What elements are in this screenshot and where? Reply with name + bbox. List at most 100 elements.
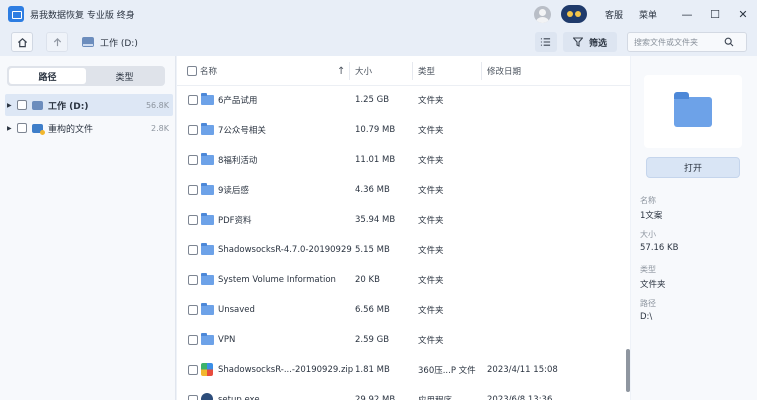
sort-ascending-icon[interactable]: ↑ [337,56,345,86]
table-row[interactable]: ShadowsocksR-...-20190929.zip 1.81 MB 36… [177,355,630,385]
tree-item-size: 2.8K [151,123,169,133]
home-button[interactable] [11,32,33,52]
scrollbar-thumb[interactable] [626,349,630,392]
file-name: ShadowsocksR-4.7.0-20190929 [218,245,352,255]
folder-icon [201,303,214,315]
file-type: 文件夹 [418,186,444,196]
file-name: setup.exe [218,395,260,400]
file-type: 文件夹 [418,156,444,166]
file-size: 11.01 MB [355,155,396,165]
row-checkbox[interactable] [188,275,198,285]
table-row[interactable]: PDF资料 35.94 MB 文件夹 [177,205,630,235]
table-row[interactable]: 8福利活动 11.01 MB 文件夹 [177,145,630,175]
tree-item-label: 工作 (D:) [48,101,89,112]
view-mode-tabs: 路径 类型 [7,66,165,86]
file-name: 8福利活动 [218,156,258,166]
preview-box [644,75,742,148]
tab-path[interactable]: 路径 [9,68,86,84]
tree-item-checkbox[interactable] [17,100,27,110]
search-box[interactable] [627,32,747,52]
column-size[interactable]: 大小 [355,56,372,86]
search-input[interactable] [628,37,724,47]
row-checkbox[interactable] [188,395,198,400]
detail-label-size: 大小 [640,230,656,239]
app-title: 易我数据恢复 专业版 终身 [30,10,135,21]
row-checkbox[interactable] [188,305,198,315]
minimize-button[interactable]: — [673,0,701,28]
detail-value-type: 文件夹 [640,280,666,290]
row-checkbox[interactable] [188,335,198,345]
table-row[interactable]: 6产品试用 1.25 GB 文件夹 [177,85,630,115]
menu-link[interactable]: 菜单 [639,8,657,21]
file-type: 文件夹 [418,246,444,256]
table-row[interactable]: ShadowsocksR-4.7.0-20190929 5.15 MB 文件夹 [177,235,630,265]
customer-service-link[interactable]: 客服 [605,8,623,21]
row-checkbox[interactable] [188,185,198,195]
file-name: 7公众号相关 [218,126,266,136]
row-checkbox[interactable] [188,125,198,135]
folder-icon [201,213,214,225]
filter-button[interactable]: 筛选 [562,32,617,52]
detail-value-name: 1文案 [640,211,663,221]
folder-icon [201,243,214,255]
tree-item-checkbox[interactable] [17,123,27,133]
file-type: 文件夹 [418,306,444,316]
row-checkbox[interactable] [188,365,198,375]
file-size: 10.79 MB [355,125,396,135]
expand-caret-icon[interactable]: ▶ [7,125,13,132]
filter-label: 筛选 [588,38,607,49]
detail-label-path: 路径 [640,299,656,308]
table-row[interactable]: VPN 2.59 GB 文件夹 [177,325,630,355]
row-checkbox[interactable] [188,95,198,105]
tree-item-drive-d[interactable]: ▶ 工作 (D:) 56.8K [5,94,173,116]
file-date: 2023/6/8 13:36 [487,395,553,400]
table-row[interactable]: Unsaved 6.56 MB 文件夹 [177,295,630,325]
file-size: 1.25 GB [355,95,390,105]
table-row[interactable]: System Volume Information 20 KB 文件夹 [177,265,630,295]
file-name: Unsaved [218,305,255,315]
column-name[interactable]: 名称 [200,56,217,86]
detail-value-size: 57.16 KB [640,243,679,253]
expand-caret-icon[interactable]: ▶ [7,102,13,109]
file-size: 35.94 MB [355,215,396,225]
folder-icon [201,183,214,195]
select-all-checkbox[interactable] [187,66,197,76]
table-row[interactable]: 7公众号相关 10.79 MB 文件夹 [177,115,630,145]
vip-badge-icon[interactable] [560,5,587,23]
folder-preview-icon [674,92,712,127]
folder-icon [201,333,214,345]
row-checkbox[interactable] [188,245,198,255]
table-row[interactable]: 9读后感 4.36 MB 文件夹 [177,175,630,205]
tab-type[interactable]: 类型 [86,68,163,84]
row-checkbox[interactable] [188,215,198,225]
drive-icon [82,37,94,47]
open-button[interactable]: 打开 [646,157,740,178]
file-type: 应用程序 [418,385,452,400]
breadcrumb[interactable]: 工作 (D:) [100,36,138,49]
folder-icon [201,93,214,105]
column-type[interactable]: 类型 [418,56,435,86]
up-level-button[interactable] [46,32,68,52]
file-date: 2023/4/11 15:08 [487,365,558,375]
avatar[interactable] [533,5,551,23]
tree-item-reconstructed[interactable]: ▶ 重构的文件 2.8K [5,117,173,139]
arrow-up-icon [53,37,61,46]
file-name: System Volume Information [218,275,336,285]
toolbar: 工作 (D:) 筛选 [0,28,757,56]
exe-file-icon [201,393,213,400]
drive-icon [32,100,43,110]
list-view-icon [541,38,551,46]
list-view-button[interactable] [534,32,557,52]
file-size: 29.92 MB [355,395,396,400]
search-icon[interactable] [724,37,734,47]
tree-item-label: 重构的文件 [48,124,94,135]
table-row[interactable]: setup.exe 29.92 MB 应用程序 2023/6/8 13:36 [177,385,630,400]
column-date[interactable]: 修改日期 [487,56,521,86]
row-checkbox[interactable] [188,155,198,165]
maximize-button[interactable]: ☐ [701,0,729,28]
close-button[interactable]: ✕ [729,0,757,28]
file-list: 名称 ↑ 大小 类型 修改日期 6产品试用 1.25 GB 文件夹 7公众号相关… [177,56,630,400]
left-panel: 路径 类型 ▶ 工作 (D:) 56.8K ▶ 重构的文件 2.8K [0,56,176,400]
file-type: 文件夹 [418,126,444,136]
details-panel: 打开 名称 1文案 大小 57.16 KB 类型 文件夹 路径 D:\ [631,56,757,400]
